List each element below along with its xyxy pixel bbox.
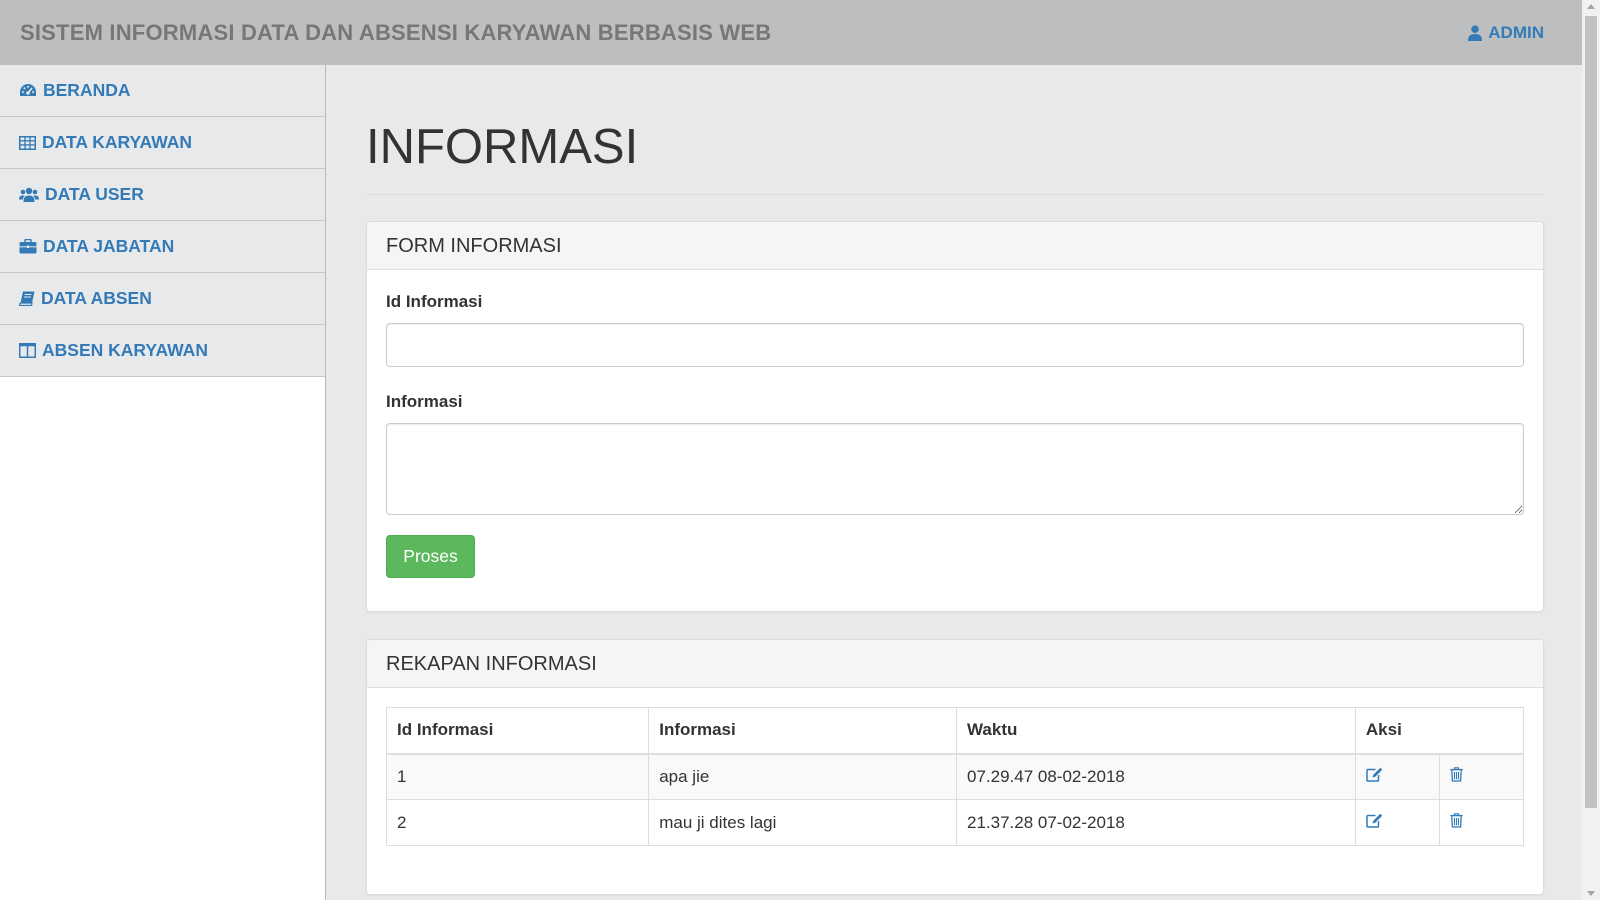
table-icon bbox=[19, 135, 36, 150]
cell-edit-action bbox=[1354, 753, 1440, 800]
delete-button[interactable] bbox=[1450, 766, 1463, 782]
cell-informasi: apa jie bbox=[648, 753, 957, 800]
sidebar-item-label: BERANDA bbox=[43, 80, 131, 100]
cell-id: 2 bbox=[385, 799, 650, 846]
scroll-up-arrow-icon[interactable] bbox=[1587, 4, 1595, 9]
proses-button[interactable]: Proses bbox=[386, 535, 475, 578]
informasi-textarea[interactable] bbox=[386, 423, 1524, 515]
cell-waktu: 21.37.28 07-02-2018 bbox=[956, 799, 1356, 846]
trash-icon bbox=[1450, 766, 1463, 782]
sidebar-item-label: DATA USER bbox=[45, 184, 144, 204]
sidebar-item-data-jabatan[interactable]: DATA JABATAN bbox=[0, 221, 325, 273]
table-row: 1 apa jie 07.29.47 08-02-2018 bbox=[385, 753, 1525, 800]
cell-waktu: 07.29.47 08-02-2018 bbox=[956, 753, 1356, 800]
table-panel-heading: REKAPAN INFORMASI bbox=[367, 640, 1543, 688]
cell-informasi: mau ji dites lagi bbox=[648, 799, 957, 846]
cell-id: 1 bbox=[385, 753, 650, 800]
sidebar-item-label: DATA JABATAN bbox=[43, 236, 175, 256]
rekapan-informasi-panel: REKAPAN INFORMASI Id Informasi Informasi… bbox=[366, 639, 1544, 895]
main-content: INFORMASI FORM INFORMASI Id Informasi In… bbox=[366, 65, 1544, 895]
dashboard-icon bbox=[20, 84, 36, 96]
informasi-label: Informasi bbox=[386, 392, 463, 411]
edit-icon bbox=[1366, 767, 1383, 782]
trash-icon bbox=[1450, 812, 1463, 828]
vertical-scrollbar[interactable] bbox=[1582, 0, 1600, 900]
column-header-id: Id Informasi bbox=[385, 707, 650, 755]
admin-user-link[interactable]: ADMIN bbox=[1468, 23, 1544, 43]
scroll-down-arrow-icon[interactable] bbox=[1587, 891, 1595, 896]
scrollbar-thumb[interactable] bbox=[1585, 16, 1597, 808]
table-header-row: Id Informasi Informasi Waktu Aksi bbox=[385, 707, 1525, 755]
field-spacer bbox=[386, 367, 1524, 389]
form-panel-heading: FORM INFORMASI bbox=[367, 222, 1543, 270]
user-icon bbox=[1468, 24, 1483, 41]
cell-delete-action bbox=[1438, 799, 1525, 846]
admin-user-label: ADMIN bbox=[1488, 22, 1544, 42]
id-informasi-input[interactable] bbox=[386, 323, 1524, 367]
edit-button[interactable] bbox=[1366, 767, 1383, 782]
sidebar-item-label: DATA ABSEN bbox=[41, 288, 152, 308]
app-title[interactable]: SISTEM INFORMASI DATA DAN ABSENSI KARYAW… bbox=[20, 20, 771, 46]
users-icon bbox=[19, 187, 39, 202]
sidebar-item-data-karyawan[interactable]: DATA KARYAWAN bbox=[0, 117, 325, 169]
column-header-waktu: Waktu bbox=[956, 707, 1356, 755]
cell-edit-action bbox=[1354, 799, 1440, 846]
table-row: 2 mau ji dites lagi 21.37.28 07-02-2018 bbox=[385, 799, 1525, 846]
sidebar: BERANDA DATA KARYAWAN DATA USER DATA JAB… bbox=[0, 65, 326, 900]
form-informasi-panel: FORM INFORMASI Id Informasi Informasi Pr… bbox=[366, 221, 1544, 612]
informasi-table: Id Informasi Informasi Waktu Aksi 1 apa … bbox=[385, 707, 1525, 846]
sidebar-item-absen-karyawan[interactable]: ABSEN KARYAWAN bbox=[0, 325, 325, 377]
form-panel-body: Id Informasi Informasi Proses bbox=[367, 270, 1543, 597]
id-informasi-label: Id Informasi bbox=[386, 292, 483, 311]
cell-delete-action bbox=[1438, 753, 1525, 800]
sidebar-item-label: ABSEN KARYAWAN bbox=[42, 340, 208, 360]
sidebar-item-data-user[interactable]: DATA USER bbox=[0, 169, 325, 221]
edit-icon bbox=[1366, 813, 1383, 828]
sidebar-item-beranda[interactable]: BERANDA bbox=[0, 65, 325, 117]
table-panel-body: Id Informasi Informasi Waktu Aksi 1 apa … bbox=[367, 688, 1543, 865]
column-header-informasi: Informasi bbox=[648, 707, 957, 755]
page-title: INFORMASI bbox=[366, 120, 639, 174]
edit-button[interactable] bbox=[1366, 813, 1383, 828]
sidebar-item-label: DATA KARYAWAN bbox=[42, 132, 193, 152]
delete-button[interactable] bbox=[1450, 812, 1463, 828]
sidebar-item-data-absen[interactable]: DATA ABSEN bbox=[0, 273, 325, 325]
top-navbar: SISTEM INFORMASI DATA DAN ABSENSI KARYAW… bbox=[0, 0, 1582, 65]
title-divider bbox=[366, 194, 1544, 195]
briefcase-icon bbox=[19, 239, 37, 254]
book-icon bbox=[19, 291, 35, 306]
column-header-aksi: Aksi bbox=[1354, 707, 1525, 755]
columns-icon bbox=[19, 343, 36, 358]
